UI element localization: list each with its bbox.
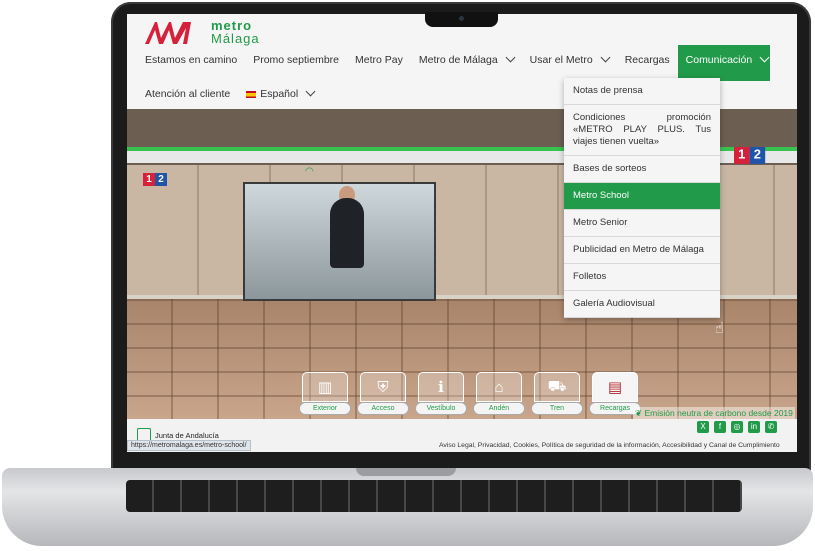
station-area-selector: ▥ Exterior ⛨ Acceso ℹ Vestíbulo ⌂ Andén …	[299, 372, 641, 415]
turnstile-icon: ⛨	[360, 372, 406, 402]
menu-item-metro-school[interactable]: Metro School	[564, 183, 720, 210]
leaf-icon: ❦	[635, 408, 643, 418]
ticket-machine-icon: ▤	[592, 372, 638, 402]
browser-status-url: https://metromalaga.es/metro-school/	[127, 440, 251, 451]
logo-wordmark[interactable]: metro Málaga	[211, 19, 260, 45]
nav-label: Comunicación	[685, 54, 753, 66]
menu-item-condiciones-promocion[interactable]: Condiciones promoción «METRO PLAY PLUS. …	[564, 105, 720, 156]
station-anden[interactable]: ⌂ Andén	[473, 372, 525, 415]
wifi-icon: ◠	[305, 166, 314, 177]
logo-line-2: Málaga	[211, 31, 260, 46]
instagram-icon[interactable]: ◎	[731, 421, 743, 433]
station-tren[interactable]: ⛟ Tren	[531, 372, 583, 415]
nav-label: Metro de Málaga	[418, 54, 498, 66]
line-badges-right: 1 2	[734, 147, 766, 164]
video-screen[interactable]	[243, 182, 436, 301]
metro-malaga-logo[interactable]	[143, 20, 195, 46]
nav-label: Atención al cliente	[145, 88, 231, 100]
nav-metro-pay[interactable]: Metro Pay	[347, 47, 411, 81]
site-footer: Junta de Andalucía X f ◎ in ✆ Aviso Lega…	[127, 419, 797, 452]
chevron-down-icon	[600, 52, 611, 63]
line-2-badge: 2	[749, 147, 766, 164]
menu-item-metro-senior[interactable]: Metro Senior	[564, 210, 720, 237]
legal-links[interactable]: Aviso Legal, Privacidad, Cookies, Políti…	[439, 442, 780, 449]
station-label: Exterior	[299, 402, 351, 415]
menu-item-publicidad[interactable]: Publicidad en Metro de Málaga	[564, 237, 720, 264]
nav-comunicacion[interactable]: Comunicación	[677, 45, 770, 81]
secondary-nav: Atención al cliente Español	[137, 81, 322, 107]
main-nav: Estamos en camino Promo septiembre Metro…	[137, 45, 770, 81]
building-icon: ▥	[302, 372, 348, 402]
comunicacion-dropdown: Notas de prensa Condiciones promoción «M…	[564, 78, 720, 318]
carbon-text: Emisión neutra de carbono desde 2019	[644, 408, 793, 418]
chevron-down-icon	[759, 52, 770, 63]
line-1-badge: 1	[734, 147, 750, 164]
trackpad-notch	[356, 468, 456, 476]
nav-estamos-en-camino[interactable]: Estamos en camino	[137, 47, 245, 81]
x-icon[interactable]: X	[697, 421, 709, 433]
nav-metro-de-malaga[interactable]: Metro de Málaga	[411, 47, 522, 81]
station-label: Andén	[473, 402, 525, 415]
nav-label: Estamos en camino	[145, 54, 238, 66]
browser-screen: metro Málaga Estamos en camino Promo sep…	[127, 14, 797, 452]
language-label: Español	[260, 88, 299, 100]
nav-label: Metro Pay	[355, 54, 403, 66]
station-label: Vestíbulo	[415, 402, 467, 415]
nav-label: Promo septiembre	[253, 54, 340, 66]
menu-item-notas-de-prensa[interactable]: Notas de prensa	[564, 78, 720, 105]
line-badges: 1 2	[143, 173, 167, 186]
camera-notch	[425, 12, 498, 27]
station-label: Tren	[531, 402, 583, 415]
social-links: X f ◎ in ✆	[697, 421, 777, 433]
chevron-down-icon	[305, 86, 316, 97]
nav-label: Recargas	[624, 54, 670, 66]
nav-atencion-al-cliente[interactable]: Atención al cliente	[137, 81, 238, 107]
nav-promo-septiembre[interactable]: Promo septiembre	[245, 47, 347, 81]
station-label: Acceso	[357, 402, 409, 415]
menu-item-bases-de-sorteos[interactable]: Bases de sorteos	[564, 156, 720, 183]
station-acceso[interactable]: ⛨ Acceso	[357, 372, 409, 415]
station-vestibulo[interactable]: ℹ Vestíbulo	[415, 372, 467, 415]
hand-pointer-icon: ☝	[715, 320, 725, 337]
chevron-down-icon	[505, 52, 516, 63]
nav-usar-el-metro[interactable]: Usar el Metro	[522, 47, 617, 81]
station-exterior[interactable]: ▥ Exterior	[299, 372, 351, 415]
camera-icon	[459, 16, 464, 21]
menu-item-galeria-audiovisual[interactable]: Galería Audiovisual	[564, 291, 720, 318]
person-figure	[330, 198, 364, 268]
spain-flag-icon	[246, 90, 257, 98]
nav-recargas[interactable]: Recargas	[617, 47, 678, 81]
train-icon: ⛟	[534, 372, 580, 402]
linkedin-icon[interactable]: in	[748, 421, 760, 433]
language-selector[interactable]: Español	[238, 81, 322, 107]
junta-label: Junta de Andalucía	[155, 430, 219, 440]
whatsapp-icon[interactable]: ✆	[765, 421, 777, 433]
line-2-badge: 2	[155, 173, 167, 186]
nav-label: Usar el Metro	[529, 54, 593, 66]
info-icon: ℹ	[418, 372, 464, 402]
menu-item-folletos[interactable]: Folletos	[564, 264, 720, 291]
carbon-neutral-note: ❦ Emisión neutra de carbono desde 2019	[633, 407, 795, 419]
keyboard	[126, 480, 742, 512]
line-1-badge: 1	[143, 173, 155, 186]
platform-icon: ⌂	[476, 372, 522, 402]
facebook-icon[interactable]: f	[714, 421, 726, 433]
